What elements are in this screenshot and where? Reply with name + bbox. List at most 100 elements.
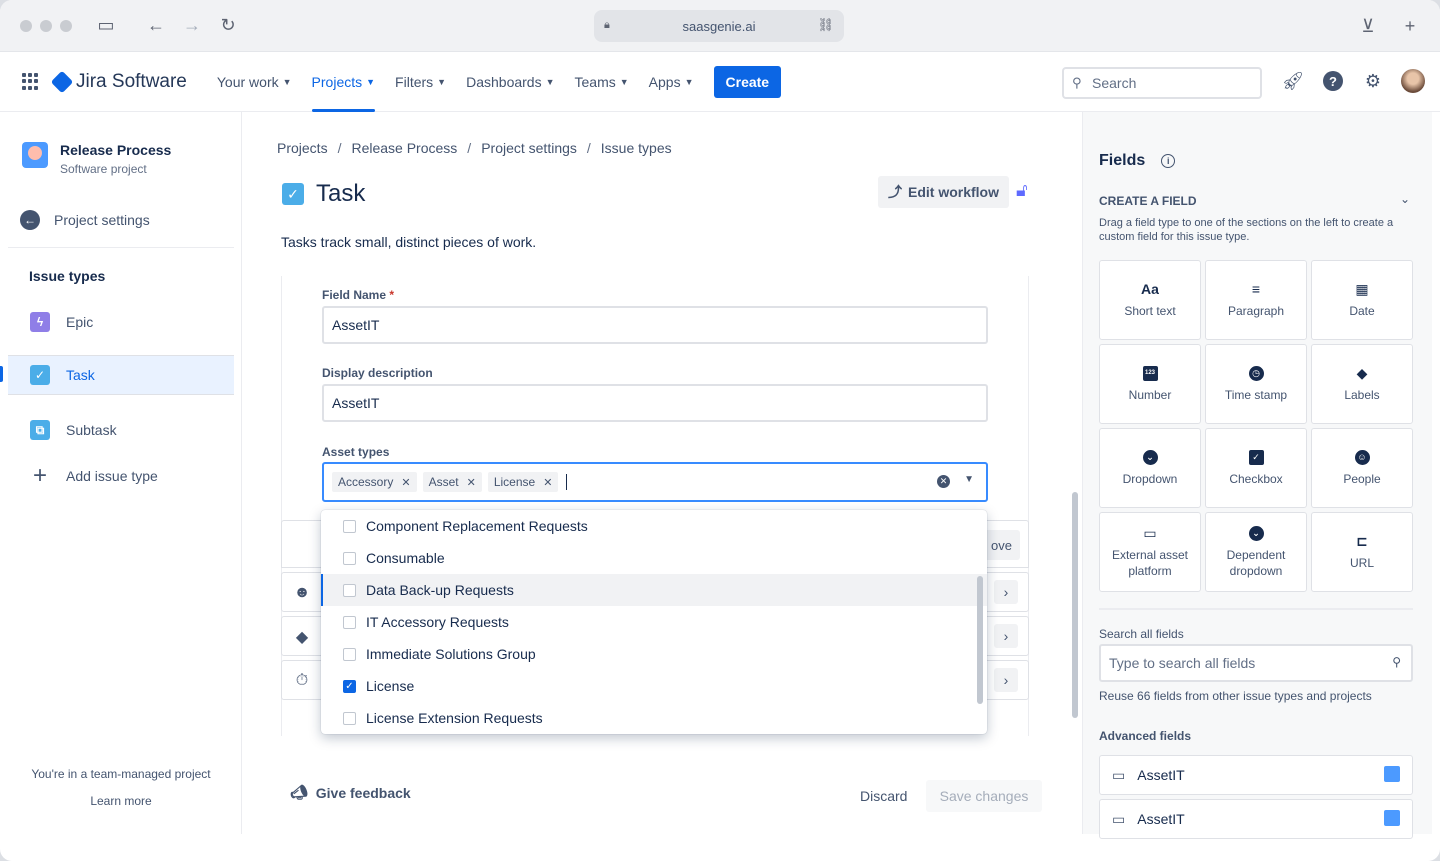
info-icon[interactable]: i — [1161, 154, 1176, 168]
nav-filters[interactable]: Filters ▼ — [395, 52, 446, 112]
breadcrumb-separator: / — [467, 140, 472, 156]
user-avatar[interactable] — [1400, 68, 1426, 94]
nav-teams[interactable]: Teams ▼ — [575, 52, 629, 112]
new-tab-icon[interactable]: + — [1396, 12, 1424, 40]
tile-date[interactable]: ▦ Date — [1311, 260, 1413, 340]
clear-icon[interactable]: ✕ — [937, 475, 950, 488]
asset-types-multiselect[interactable]: Accessory ✕ Asset ✕ License ✕ ✕ ▼ — [322, 462, 988, 502]
content-scrollbar[interactable] — [1072, 492, 1078, 718]
option-it-accessory[interactable]: IT Accessory Requests — [321, 606, 987, 638]
breadcrumb-issue-types[interactable]: Issue types — [601, 140, 672, 156]
remove-tag-icon[interactable]: ✕ — [543, 476, 552, 489]
chevron-down-icon[interactable]: ▼ — [964, 474, 974, 485]
sidebar-item-label: Task — [66, 367, 95, 383]
tile-time-stamp[interactable]: ◷ Time stamp — [1205, 344, 1307, 424]
checkbox[interactable] — [343, 615, 356, 629]
display-description-label: Display description — [322, 366, 433, 380]
tile-external-asset[interactable]: ▭ External asset platform — [1099, 512, 1201, 592]
dropdown-scrollbar[interactable] — [977, 576, 983, 704]
discard-button[interactable]: Discard — [860, 788, 907, 804]
remove-tag-icon[interactable]: ✕ — [467, 476, 476, 489]
breadcrumb-project-settings[interactable]: Project settings — [481, 140, 577, 156]
calendar-icon: ▦ — [1355, 281, 1369, 297]
tile-short-text[interactable]: Aa Short text — [1099, 260, 1201, 340]
subtask-icon: ⧉ — [30, 420, 50, 440]
chevron-right-icon[interactable]: › — [994, 624, 1018, 648]
nav-your-work[interactable]: Your work ▼ — [217, 52, 292, 112]
search-icon: ⚲ — [1392, 655, 1401, 669]
window-controls[interactable] — [20, 19, 72, 32]
sidebar-item-subtask[interactable]: ⧉ Subtask — [8, 410, 234, 450]
option-license[interactable]: ✓ License — [321, 670, 987, 702]
address-bar[interactable]: 🔒︎ saasgenie.ai ⛓︎ — [594, 10, 844, 42]
chevron-right-icon[interactable]: › — [994, 668, 1018, 692]
tile-url[interactable]: ⊏ URL — [1311, 512, 1413, 592]
tile-dropdown[interactable]: ⌄ Dropdown — [1099, 428, 1201, 508]
option-label: Consumable — [366, 550, 445, 566]
app-switcher-icon[interactable] — [22, 72, 40, 91]
option-component-replacement[interactable]: Component Replacement Requests — [321, 510, 987, 542]
option-data-backup[interactable]: Data Back-up Requests — [321, 574, 987, 606]
tile-people[interactable]: ☺ People — [1311, 428, 1413, 508]
top-navigation: Jira Software Your work ▼ Projects ▼ Filte… — [0, 52, 1440, 112]
create-button[interactable]: Create — [713, 65, 782, 98]
project-header[interactable]: Release Process Software project — [22, 142, 171, 176]
edit-workflow-button[interactable]: ⤴ Edit workflow — [878, 176, 1009, 208]
back-arrow-icon[interactable]: ← — [142, 12, 170, 40]
notifications-rocket-icon[interactable]: 🚀︎ — [1280, 68, 1306, 94]
display-description-input[interactable]: AssetIT — [322, 384, 988, 422]
option-license-extension[interactable]: License Extension Requests — [321, 702, 987, 734]
person-icon: ☺ — [1354, 449, 1370, 465]
link-icon[interactable]: ⛓︎ — [817, 17, 834, 33]
dependent-dropdown-icon: ⌄ — [1248, 525, 1264, 541]
project-settings-link[interactable]: ← Project settings — [20, 210, 150, 230]
unlock-icon[interactable]: 🔓︎ — [1016, 180, 1028, 201]
nav-dashboards[interactable]: Dashboards ▼ — [466, 52, 554, 112]
advanced-field-item[interactable]: ▭ AssetIT — [1099, 799, 1413, 839]
checkbox[interactable] — [343, 583, 356, 597]
tile-paragraph[interactable]: ≡ Paragraph — [1205, 260, 1307, 340]
jira-logo[interactable]: Jira Software — [50, 70, 187, 93]
checkbox-checked[interactable]: ✓ — [343, 679, 356, 693]
give-feedback-button[interactable]: 📣︎ Give feedback — [290, 784, 411, 801]
nav-apps[interactable]: Apps ▼ — [649, 52, 694, 112]
help-icon[interactable]: ? — [1320, 68, 1346, 94]
add-issue-type-button[interactable]: + Add issue type — [8, 456, 234, 496]
option-label: IT Accessory Requests — [366, 614, 509, 630]
nav-label: Dashboards — [466, 73, 542, 90]
checkbox[interactable] — [343, 519, 356, 533]
sidebar-item-epic[interactable]: ϟ Epic — [8, 302, 234, 342]
chevron-down-icon[interactable]: ⌄ — [1400, 192, 1410, 206]
option-immediate-solutions[interactable]: Immediate Solutions Group — [321, 638, 987, 670]
tag-icon: ◆ — [1356, 365, 1368, 381]
search-all-fields-input[interactable]: Type to search all fields ⚲ — [1099, 644, 1413, 682]
save-changes-button[interactable]: Save changes — [926, 780, 1042, 812]
breadcrumb-projects[interactable]: Projects — [277, 140, 328, 156]
tile-number[interactable]: 123 Number — [1099, 344, 1201, 424]
nav-projects[interactable]: Projects ▼ — [311, 52, 375, 112]
chevron-right-icon[interactable]: › — [994, 580, 1018, 604]
tile-label: Checkbox — [1229, 472, 1283, 486]
sidebar-item-task[interactable]: ✓ Task — [8, 355, 234, 395]
field-name-input[interactable]: AssetIT — [322, 306, 988, 344]
learn-more-link[interactable]: Learn more — [8, 794, 234, 808]
advanced-field-item[interactable]: ▭ AssetIT — [1099, 755, 1413, 795]
tile-checkbox[interactable]: ✓ Checkbox — [1205, 428, 1307, 508]
tile-dependent-dropdown[interactable]: ⌄ Dependent dropdown — [1205, 512, 1307, 592]
checkbox[interactable] — [343, 711, 356, 725]
settings-gear-icon[interactable]: ⚙ — [1360, 68, 1386, 94]
checkbox[interactable] — [343, 647, 356, 661]
remove-tag-icon[interactable]: ✕ — [401, 476, 410, 489]
search-input[interactable]: ⚲ Search — [1062, 67, 1262, 99]
sidebar-toggle-icon[interactable]: ▭ — [92, 12, 120, 40]
checkbox[interactable] — [343, 551, 356, 565]
search-icon: ⚲ — [1072, 75, 1082, 90]
breadcrumb-release-process[interactable]: Release Process — [351, 140, 457, 156]
tile-labels[interactable]: ◆ Labels — [1311, 344, 1413, 424]
forward-arrow-icon[interactable]: → — [178, 12, 206, 40]
download-icon[interactable]: ⊻ — [1354, 12, 1382, 40]
tile-label: Short text — [1124, 304, 1176, 318]
reload-icon[interactable]: ↻ — [214, 12, 242, 40]
lock-icon: 🔒︎ — [604, 19, 610, 31]
option-consumable[interactable]: Consumable — [321, 542, 987, 574]
